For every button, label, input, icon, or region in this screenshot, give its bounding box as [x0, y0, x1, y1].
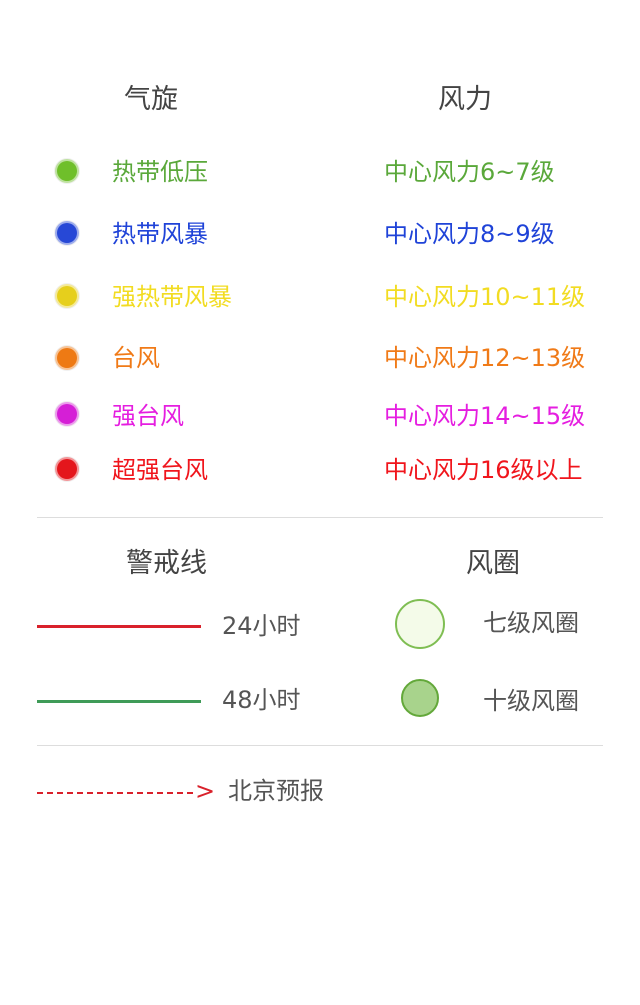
- forecast-label: 北京预报: [228, 777, 324, 805]
- warning-line-header: 警戒线: [126, 548, 207, 579]
- warning-line-24h: [37, 625, 201, 628]
- cyclone-label-severe-tropical-storm: 强热带风暴: [112, 283, 232, 311]
- cyclone-label-typhoon: 台风: [112, 344, 160, 372]
- cyclone-header: 气旋: [124, 84, 178, 115]
- cyclone-label-super-typhoon: 超强台风: [112, 456, 208, 484]
- cyclone-label-tropical-storm: 热带风暴: [112, 220, 208, 248]
- magenta-dot-icon: [55, 402, 79, 426]
- section-divider: [37, 517, 603, 518]
- green-dot-icon: [55, 159, 79, 183]
- seven-level-wind-circle-icon: [395, 599, 445, 649]
- red-dot-icon: [55, 457, 79, 481]
- forecast-dashed-line: [37, 792, 193, 794]
- warning-line-48h: [37, 700, 201, 703]
- cyclone-label-tropical-depression: 热带低压: [112, 158, 208, 186]
- wind-circle-header: 风圈: [466, 548, 520, 579]
- ten-level-wind-circle-label: 十级风圈: [483, 687, 579, 715]
- wind-label-typhoon: 中心风力12~13级: [384, 344, 586, 372]
- wind-label-severe-typhoon: 中心风力14~15级: [384, 402, 586, 430]
- ten-level-wind-circle-icon: [401, 679, 439, 717]
- yellow-dot-icon: [55, 284, 79, 308]
- section-divider-2: [37, 745, 603, 746]
- wind-label-super-typhoon: 中心风力16级以上: [384, 456, 583, 484]
- wind-header: 风力: [438, 84, 492, 115]
- forecast-arrow-icon: >: [195, 777, 216, 805]
- wind-label-tropical-storm: 中心风力8~9级: [384, 220, 555, 248]
- warning-label-24h: 24小时: [222, 612, 301, 640]
- wind-label-severe-tropical-storm: 中心风力10~11级: [384, 283, 586, 311]
- orange-dot-icon: [55, 346, 79, 370]
- warning-label-48h: 48小时: [222, 686, 301, 714]
- cyclone-label-severe-typhoon: 强台风: [112, 402, 184, 430]
- wind-label-tropical-depression: 中心风力6~7级: [384, 158, 555, 186]
- blue-dot-icon: [55, 221, 79, 245]
- seven-level-wind-circle-label: 七级风圈: [483, 609, 579, 637]
